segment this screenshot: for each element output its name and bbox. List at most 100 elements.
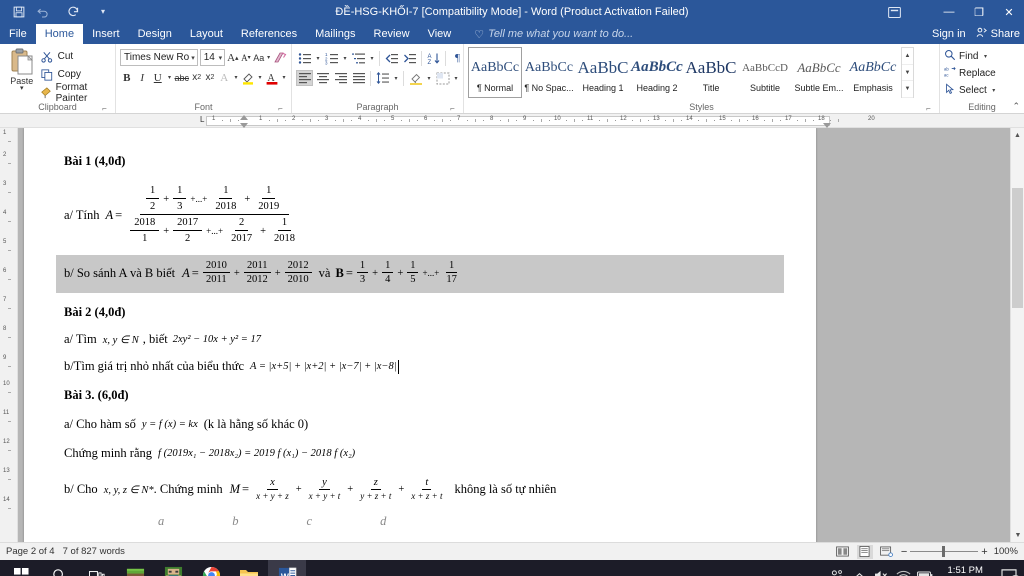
styles-dialog-launcher[interactable]: ⌐: [924, 104, 933, 113]
numbering-icon[interactable]: 123: [323, 50, 340, 66]
bullets-icon[interactable]: [296, 50, 313, 66]
chevron-down-icon[interactable]: ▾: [266, 54, 271, 61]
chevron-up-icon[interactable]: [848, 560, 870, 576]
share-button[interactable]: Share: [976, 27, 1020, 41]
taskbar-file-explorer-icon[interactable]: [230, 560, 268, 576]
scroll-down-icon[interactable]: ▼: [902, 65, 913, 82]
scroll-up-icon[interactable]: ▲: [902, 48, 913, 65]
zoom-level[interactable]: 100%: [994, 546, 1018, 557]
search-icon[interactable]: [40, 560, 78, 576]
superscript-icon[interactable]: x2: [204, 69, 215, 86]
bold-icon[interactable]: B: [120, 69, 134, 86]
paragraph-dialog-launcher[interactable]: ⌐: [448, 104, 457, 113]
sign-in-link[interactable]: Sign in: [932, 28, 966, 40]
ribbon-display-options-icon[interactable]: [884, 3, 904, 21]
italic-icon[interactable]: I: [136, 69, 150, 86]
scrollbar-thumb[interactable]: [1012, 188, 1023, 308]
select-button[interactable]: Select ▾: [944, 83, 998, 98]
chevron-down-icon[interactable]: ▾: [167, 74, 173, 81]
style-emphasis[interactable]: AaBbCc Emphasis: [846, 47, 900, 98]
chevron-down-icon[interactable]: ▾: [257, 74, 263, 81]
align-center-icon[interactable]: [314, 70, 331, 86]
tab-stop-selector[interactable]: L: [200, 115, 204, 124]
line-spacing-icon[interactable]: [374, 70, 391, 86]
increase-indent-icon[interactable]: [401, 50, 418, 66]
chevron-down-icon[interactable]: ▾: [392, 75, 400, 82]
align-left-icon[interactable]: [296, 70, 313, 86]
chevron-down-icon[interactable]: ▾: [233, 74, 239, 81]
document-canvas[interactable]: Bài 1 (4,0đ) a/ Tính A = 12 + 13 +...+ 1…: [18, 128, 1024, 542]
style-normal[interactable]: AaBbCc ¶ Normal: [468, 47, 522, 98]
meet-now-icon[interactable]: [826, 560, 848, 576]
font-size-combo[interactable]: 14 ▾: [199, 49, 226, 66]
vertical-scrollbar[interactable]: ▲ ▼: [1010, 128, 1024, 542]
taskbar-game-icon[interactable]: [154, 560, 192, 576]
chevron-down-icon[interactable]: ▾: [990, 87, 998, 94]
page-indicator[interactable]: Page 2 of 4: [6, 546, 63, 557]
taskbar-word-icon[interactable]: W: [268, 560, 306, 576]
shrink-font-icon[interactable]: A ▾: [241, 49, 252, 66]
chevron-down-icon[interactable]: ▾: [452, 75, 460, 82]
zoom-thumb[interactable]: [942, 546, 946, 557]
tell-me-search[interactable]: ♡ Tell me what you want to do...: [460, 24, 633, 44]
zoom-track[interactable]: [910, 546, 979, 557]
minimize-button[interactable]: —: [934, 0, 964, 24]
collapse-ribbon-button[interactable]: ⌃: [1012, 101, 1020, 112]
taskbar-chrome-icon[interactable]: [192, 560, 230, 576]
tab-design[interactable]: Design: [129, 24, 181, 44]
style-subtitle[interactable]: AaBbCcD Subtitle: [738, 47, 792, 98]
underline-icon[interactable]: U: [151, 69, 165, 86]
print-layout-icon[interactable]: [856, 544, 873, 559]
document-page[interactable]: Bài 1 (4,0đ) a/ Tính A = 12 + 13 +...+ 1…: [24, 128, 816, 542]
replace-button[interactable]: ab ac Replace: [944, 66, 998, 81]
cut-button[interactable]: Cut: [40, 49, 111, 64]
find-button[interactable]: Find ▾: [944, 49, 998, 64]
paste-button[interactable]: Paste ▾: [4, 46, 40, 92]
chevron-down-icon[interactable]: ▾: [425, 75, 433, 82]
first-line-indent-marker[interactable]: [240, 115, 248, 120]
vertical-ruler[interactable]: 1 2 3 4 5 6 7 8 9 10 11 12 13 14: [0, 128, 18, 542]
zoom-out-button[interactable]: −: [901, 546, 907, 558]
chevron-down-icon[interactable]: ▾: [20, 85, 24, 92]
zoom-in-button[interactable]: +: [981, 546, 987, 558]
tab-insert[interactable]: Insert: [83, 24, 129, 44]
undo-icon[interactable]: [32, 2, 54, 22]
redo-icon[interactable]: [62, 2, 84, 22]
font-dialog-launcher[interactable]: ⌐: [276, 104, 285, 113]
align-right-icon[interactable]: [332, 70, 349, 86]
multilevel-list-icon[interactable]: [350, 50, 367, 66]
style-heading-1[interactable]: AaBbC Heading 1: [576, 47, 630, 98]
clear-formatting-icon[interactable]: [273, 49, 287, 66]
justify-icon[interactable]: [350, 70, 367, 86]
word-count[interactable]: 7 of 827 words: [63, 546, 133, 557]
clipboard-dialog-launcher[interactable]: ⌐: [100, 104, 109, 113]
tab-references[interactable]: References: [232, 24, 306, 44]
notification-center-icon[interactable]: 1: [994, 560, 1024, 576]
change-case-icon[interactable]: Aa: [253, 49, 264, 66]
volume-mute-icon[interactable]: [870, 560, 892, 576]
chevron-down-icon[interactable]: ▾: [281, 74, 287, 81]
tab-home[interactable]: Home: [35, 24, 84, 44]
subscript-icon[interactable]: x2: [191, 69, 202, 86]
format-painter-button[interactable]: Format Painter: [40, 82, 111, 104]
chevron-down-icon[interactable]: ▾: [92, 2, 114, 22]
bai1-part-b-selected[interactable]: b/ So sánh A và B biết A = 2010 2011 + 20…: [56, 255, 784, 294]
taskbar-clock[interactable]: 1:51 PM 11/2/2021: [936, 565, 994, 576]
styles-gallery-scrollbar[interactable]: ▲ ▼ ▼: [901, 47, 914, 98]
grow-font-icon[interactable]: A ▴: [227, 49, 238, 66]
tab-review[interactable]: Review: [365, 24, 419, 44]
restore-button[interactable]: ❐: [964, 0, 994, 24]
tab-mailings[interactable]: Mailings: [306, 24, 364, 44]
decrease-indent-icon[interactable]: [383, 50, 400, 66]
style-heading-2[interactable]: AaBbCc Heading 2: [630, 47, 684, 98]
scroll-down-icon[interactable]: ▼: [1011, 528, 1024, 542]
font-color-icon[interactable]: A: [265, 69, 279, 86]
style-no-spacing[interactable]: AaBbCc ¶ No Spac...: [522, 47, 576, 98]
chevron-down-icon[interactable]: ▾: [314, 55, 322, 62]
tab-file[interactable]: File: [0, 24, 36, 44]
text-effects-icon[interactable]: A: [218, 69, 232, 86]
chevron-down-icon[interactable]: ▾: [981, 53, 989, 60]
tab-layout[interactable]: Layout: [181, 24, 232, 44]
zoom-slider[interactable]: − +: [901, 546, 988, 558]
chevron-down-icon[interactable]: ▾: [341, 55, 349, 62]
